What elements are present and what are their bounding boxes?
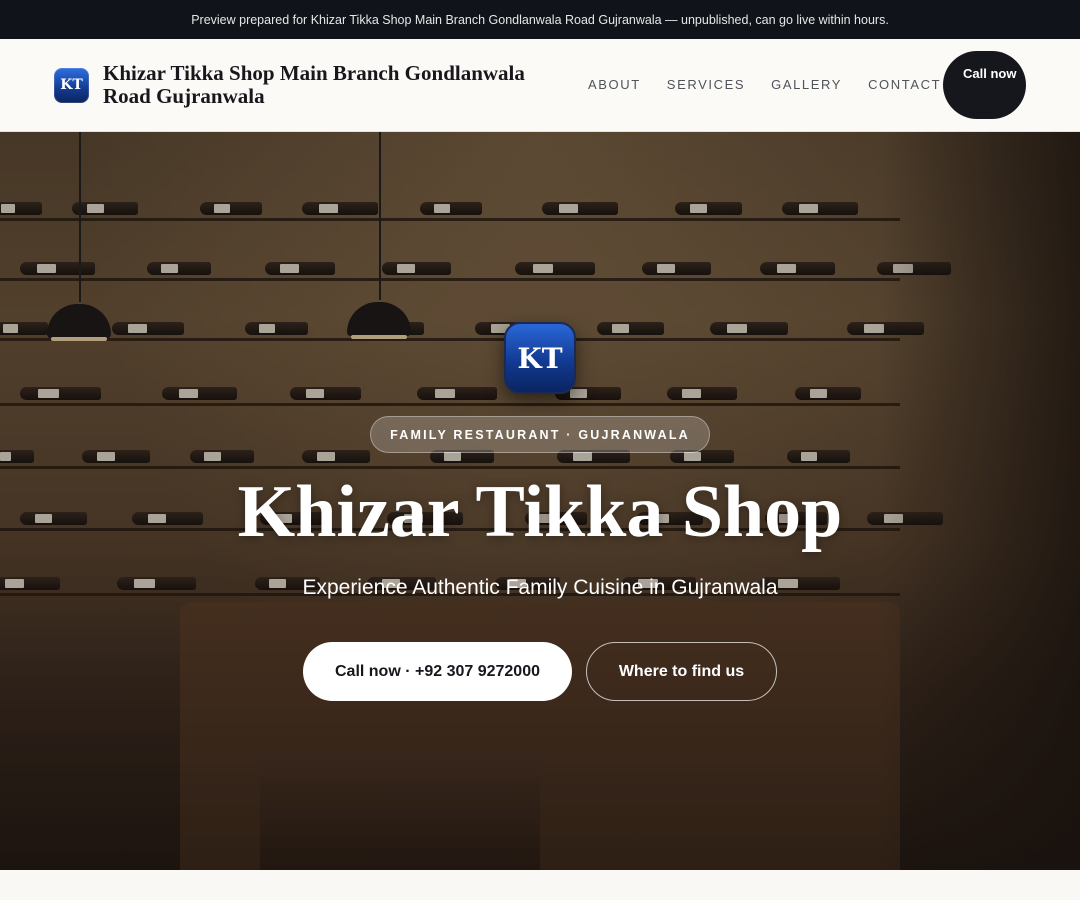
nav-gallery[interactable]: GALLERY (771, 77, 842, 92)
main-nav: ABOUT SERVICES GALLERY CONTACT (588, 77, 967, 92)
header-call-button[interactable]: Call now (943, 51, 1026, 119)
preview-banner-text: Preview prepared for Khizar Tikka Shop M… (191, 12, 889, 27)
brand-logo[interactable]: KT (54, 67, 89, 103)
brand[interactable]: KT Khizar Tikka Shop Main Branch Gondlan… (54, 62, 573, 108)
hero-subtitle: Experience Authentic Family Cuisine in G… (302, 576, 778, 599)
where-to-find-us-button[interactable]: Where to find us (586, 642, 777, 701)
nav-about[interactable]: ABOUT (588, 77, 641, 92)
hero-logo: KT (504, 322, 576, 394)
call-now-button[interactable]: Call now · +92 307 9272000 (303, 642, 572, 701)
hero-section: KT FAMILY RESTAURANT · GUJRANWALA Khizar… (0, 132, 1080, 870)
category-tag: FAMILY RESTAURANT · GUJRANWALA (370, 416, 710, 453)
nav-services[interactable]: SERVICES (667, 77, 745, 92)
hero-title: Khizar Tikka Shop (237, 471, 843, 553)
next-section-edge (0, 870, 1080, 900)
brand-name[interactable]: Khizar Tikka Shop Main Branch Gondlanwal… (103, 62, 573, 108)
preview-banner: Preview prepared for Khizar Tikka Shop M… (0, 0, 1080, 39)
site-header: KT Khizar Tikka Shop Main Branch Gondlan… (0, 39, 1080, 132)
nav-contact[interactable]: CONTACT (868, 77, 941, 92)
